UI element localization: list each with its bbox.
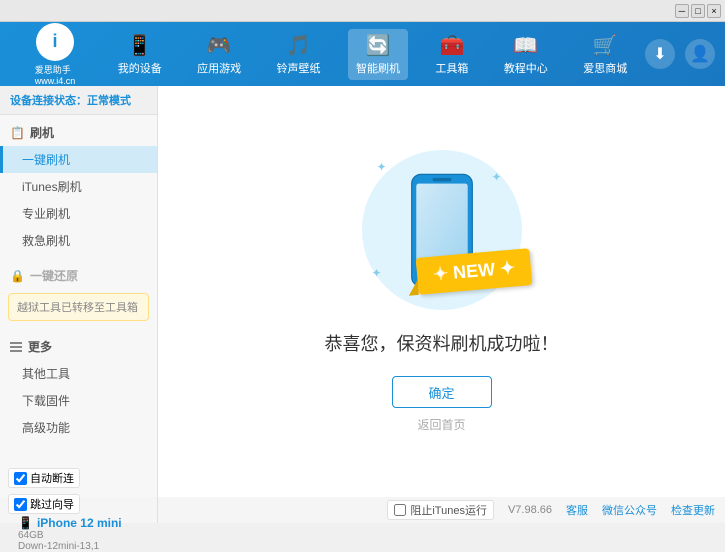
game-icon: 🎮	[207, 33, 232, 58]
restore-section: 🔒 一键还原 越狱工具已转移至工具箱	[0, 258, 157, 329]
window-controls[interactable]: ─ □ ×	[675, 4, 721, 18]
bottom-content: 阻止iTunes运行 V7.98.66 客服 微信公众号 检查更新	[158, 497, 725, 523]
logo-icon: i	[36, 23, 74, 61]
sidebar-item-pro-flash[interactable]: 专业刷机	[0, 200, 157, 227]
shop-icon: 🛒	[593, 33, 618, 58]
bottom-bar: 自动断连 跳过向导 📱 iPhone 12 mini 64GB Down-12m…	[0, 497, 725, 523]
main-content: ✦ ✦ ✦	[158, 86, 725, 497]
more-section: 更多 其他工具 下载固件 高级功能	[0, 329, 157, 445]
jailbreak-notice: 越狱工具已转移至工具箱	[8, 293, 149, 321]
check-update-link[interactable]: 检查更新	[671, 502, 715, 518]
flash-icon: 🔄	[366, 33, 391, 58]
version-text: V7.98.66	[508, 504, 552, 516]
flash-section-header: 📋 刷机	[0, 119, 157, 146]
menu-icon	[10, 342, 22, 352]
toolbox-icon: 🧰	[439, 33, 464, 58]
tutorial-icon: 📖	[513, 33, 538, 58]
success-text: 恭喜您，保资料刷机成功啦！	[325, 330, 559, 356]
nav-toolbox[interactable]: 🧰 工具箱	[427, 29, 476, 80]
phone-circle: ✦ ✦ ✦	[362, 150, 522, 310]
flash-section: 📋 刷机 一键刷机 iTunes刷机 专业刷机 救急刷机	[0, 115, 157, 258]
user-button[interactable]: 👤	[685, 39, 715, 69]
ringtone-icon: 🎵	[286, 33, 311, 58]
celebration-area: ✦ ✦ ✦	[362, 150, 522, 310]
sidebar-item-one-key-flash[interactable]: 一键刷机	[0, 146, 157, 173]
nav-my-device[interactable]: 📱 我的设备	[110, 29, 170, 80]
wechat-link[interactable]: 微信公众号	[602, 502, 657, 518]
maximize-button[interactable]: □	[691, 4, 705, 18]
nav-app-game[interactable]: 🎮 应用游戏	[189, 29, 249, 80]
restore-section-header: 🔒 一键还原	[0, 262, 157, 289]
lock-icon: 🔒	[10, 269, 25, 283]
status-value: 正常模式	[87, 95, 131, 107]
sparkle-3: ✦	[372, 266, 382, 280]
status-label: 设备连接状态：	[10, 95, 87, 107]
sparkle-1: ✦	[377, 160, 387, 174]
sidebar-item-download-firmware[interactable]: 下载固件	[0, 387, 157, 414]
flash-section-icon: 📋	[10, 126, 25, 140]
bottom-sidebar: 自动断连 跳过向导 📱 iPhone 12 mini 64GB Down-12m…	[0, 497, 158, 523]
phone-icon: 📱	[127, 33, 152, 58]
close-button[interactable]: ×	[707, 4, 721, 18]
device-info: 📱 iPhone 12 mini 64GB Down-12mini-13,1	[18, 516, 149, 552]
logo-area: i 爱思助手 www.i4.cn	[10, 23, 100, 86]
nav-ringtone[interactable]: 🎵 铃声壁纸	[269, 29, 329, 80]
title-bar: ─ □ ×	[0, 0, 725, 22]
nav-tutorial[interactable]: 📖 教程中心	[496, 29, 556, 80]
go-home-link[interactable]: 返回首页	[417, 416, 465, 433]
skip-wizard-checkbox[interactable]: 跳过向导	[8, 494, 80, 514]
nav-shop[interactable]: 🛒 爱思商城	[575, 29, 635, 80]
header-right: ⬇ 👤	[645, 39, 715, 69]
confirm-button[interactable]: 确定	[392, 376, 492, 408]
sparkle-2: ✦	[491, 170, 501, 184]
auto-connect-check[interactable]	[14, 472, 27, 485]
more-section-header: 更多	[0, 333, 157, 360]
header: i 爱思助手 www.i4.cn 📱 我的设备 🎮 应用游戏 🎵 铃声壁纸 🔄 …	[0, 22, 725, 86]
skip-wizard-check[interactable]	[14, 498, 27, 511]
phone-graphic: ✦ ✦ ✦	[362, 150, 522, 310]
auto-connect-checkbox[interactable]: 自动断连	[8, 468, 80, 488]
nav-items: 📱 我的设备 🎮 应用游戏 🎵 铃声壁纸 🔄 智能刷机 🧰 工具箱 📖 教程中心…	[100, 29, 645, 80]
itunes-checkbox[interactable]	[394, 504, 406, 516]
connection-status: 设备连接状态：正常模式	[0, 86, 157, 115]
download-button[interactable]: ⬇	[645, 39, 675, 69]
minimize-button[interactable]: ─	[675, 4, 689, 18]
nav-smart-flash[interactable]: 🔄 智能刷机	[348, 29, 408, 80]
itunes-checkbox-item[interactable]: 阻止iTunes运行	[387, 500, 494, 520]
logo-name: 爱思助手 www.i4.cn	[35, 63, 76, 86]
device-icon: 📱	[18, 516, 33, 530]
sidebar-item-save-flash[interactable]: 救急刷机	[0, 227, 157, 254]
customer-service-link[interactable]: 客服	[566, 502, 588, 518]
sidebar-item-itunes-flash[interactable]: iTunes刷机	[0, 173, 157, 200]
sidebar-item-other-tools[interactable]: 其他工具	[0, 360, 157, 387]
main-area: 设备连接状态：正常模式 📋 刷机 一键刷机 iTunes刷机 专业刷机 救急刷机	[0, 86, 725, 497]
sidebar-item-advanced[interactable]: 高级功能	[0, 414, 157, 441]
sidebar: 设备连接状态：正常模式 📋 刷机 一键刷机 iTunes刷机 专业刷机 救急刷机	[0, 86, 158, 497]
